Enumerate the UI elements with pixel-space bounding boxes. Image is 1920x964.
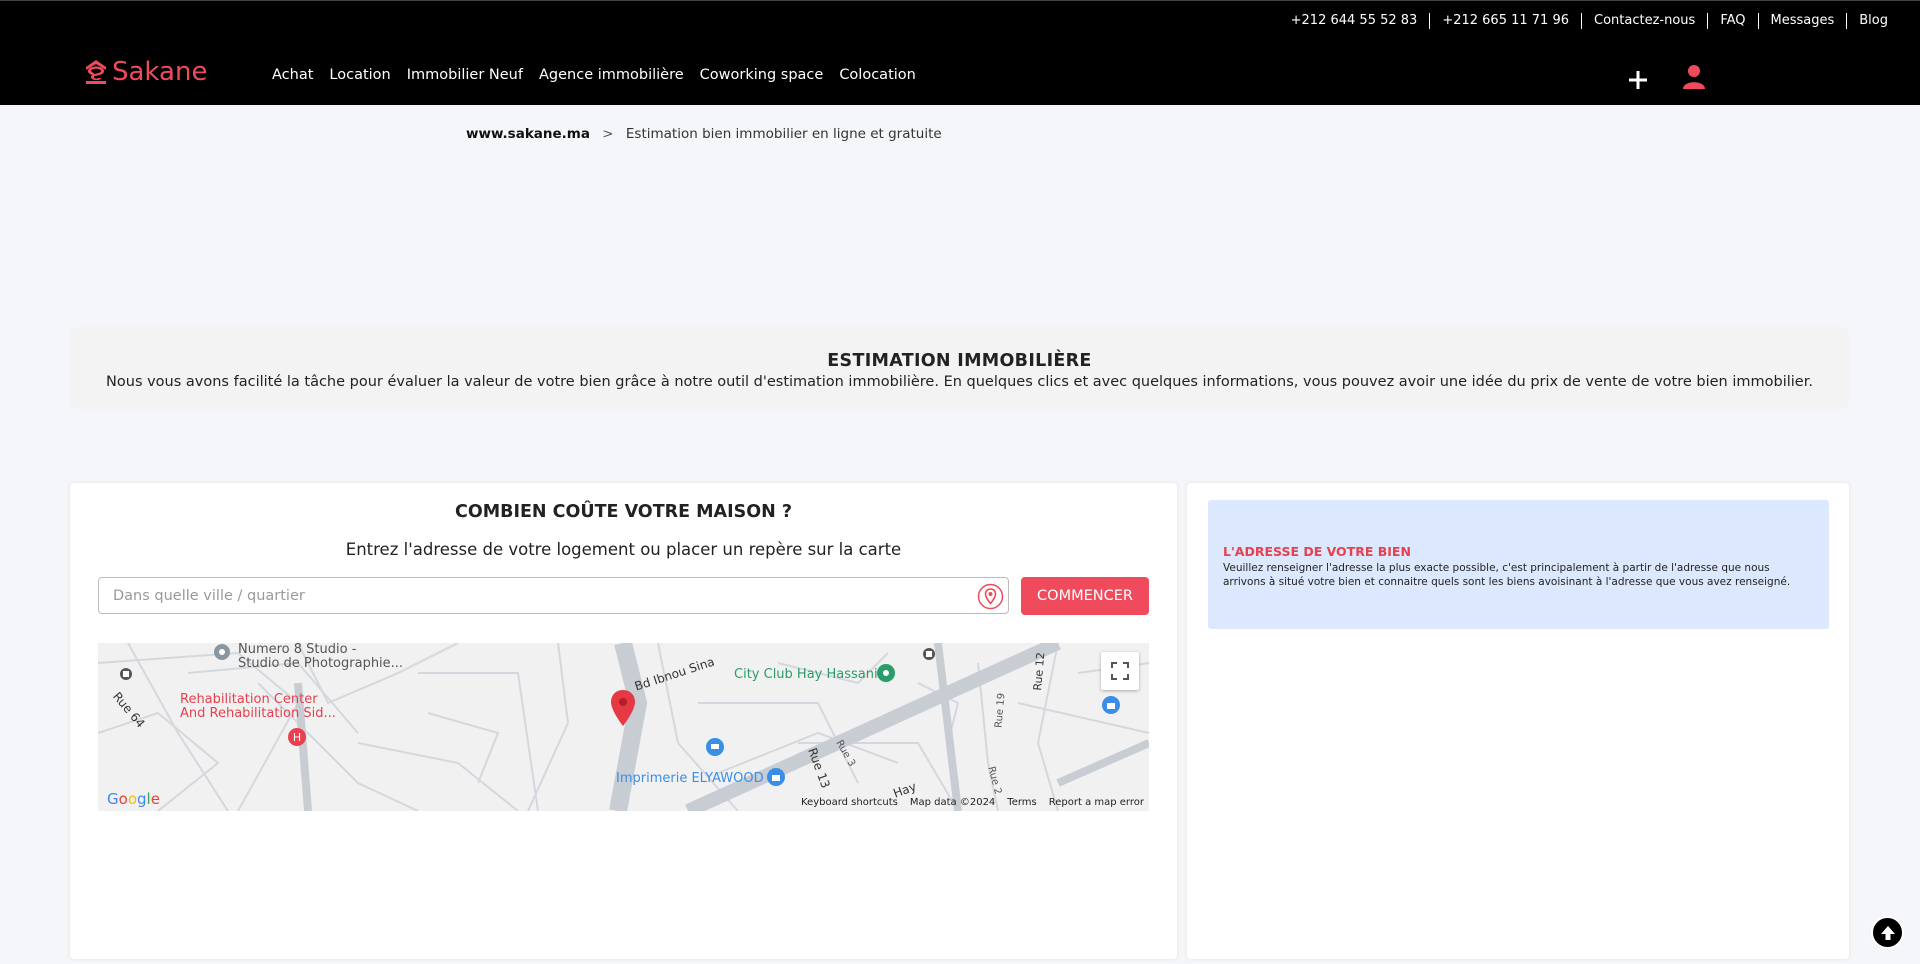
phone-link-1[interactable]: +212 644 55 52 83 [1279, 13, 1430, 29]
map-data-text: Map data ©2024 [909, 797, 996, 808]
fullscreen-button[interactable] [1101, 652, 1139, 690]
user-account-button[interactable] [1682, 64, 1708, 92]
site-header: +212 644 55 52 83 +212 665 11 71 96 Cont… [0, 0, 1920, 105]
map-label-club: City Club Hay Hassani [734, 667, 878, 682]
top-bar: +212 644 55 52 83 +212 665 11 71 96 Cont… [1279, 13, 1900, 29]
map-footer: Keyboard shortcuts Map data ©2024 Terms … [789, 797, 1144, 808]
arrow-up-icon [1880, 925, 1895, 940]
address-info-card: L'ADRESSE DE VOTRE BIEN Veuillez renseig… [1187, 483, 1849, 959]
map-pin-icon [977, 583, 1004, 610]
breadcrumb-home-link[interactable]: www.sakane.ma [466, 126, 590, 142]
address-info-title: L'ADRESSE DE VOTRE BIEN [1223, 544, 1411, 559]
hospital-icon[interactable]: H [287, 727, 307, 747]
page-title: ESTIMATION IMMOBILIÈRE [827, 351, 1092, 371]
user-icon [1683, 65, 1705, 89]
store-icon[interactable] [766, 767, 786, 787]
nav-achat[interactable]: Achat [272, 67, 313, 83]
locate-pin-button[interactable] [977, 583, 1004, 610]
estimate-title: COMBIEN COÛTE VOTRE MAISON ? [454, 502, 792, 522]
nav-coworking-space[interactable]: Coworking space [700, 67, 824, 83]
location-marker-icon[interactable] [610, 689, 636, 727]
breadcrumb-separator: > [602, 126, 614, 142]
map-label-rehab-line1: Rehabilitation Center [180, 692, 318, 707]
map-label-studio-line2: Studio de Photographie... [238, 656, 404, 671]
shopping-cart-icon[interactable] [705, 737, 725, 757]
address-info-text: Veuillez renseigner l'adresse la plus ex… [1223, 562, 1791, 588]
address-field [98, 577, 1009, 614]
contact-link[interactable]: Contactez-nous [1581, 13, 1707, 29]
faq-link[interactable]: FAQ [1707, 13, 1757, 29]
google-logo: Google [107, 790, 160, 808]
estimate-subtitle: Entrez l'adresse de votre logement ou pl… [345, 540, 902, 559]
nav-location[interactable]: Location [329, 67, 390, 83]
house-logo-icon [86, 60, 106, 84]
report-map-error-link[interactable]: Report a map error [1049, 797, 1144, 808]
terms-link[interactable]: Terms [1007, 797, 1036, 808]
plus-icon [1629, 71, 1647, 89]
estimate-card: COMBIEN COÛTE VOTRE MAISON ? Entrez l'ad… [70, 483, 1177, 959]
place-marker-icon[interactable] [213, 643, 231, 661]
address-input[interactable] [99, 578, 977, 613]
blog-link[interactable]: Blog [1846, 13, 1900, 29]
map-label-rehab: Rehabilitation Center And Rehabilitation… [180, 693, 336, 721]
map-label-studio: Numero 8 Studio - Studio de Photographie… [238, 643, 403, 671]
main-nav: Achat Location Immobilier Neuf Agence im… [264, 67, 924, 83]
intro-section: ESTIMATION IMMOBILIÈRE Nous vous avons f… [70, 327, 1849, 409]
sakane-logo[interactable]: Sakane [84, 57, 207, 87]
nav-immobilier-neuf[interactable]: Immobilier Neuf [407, 67, 523, 83]
phone-link-2[interactable]: +212 665 11 71 96 [1429, 13, 1581, 29]
map-view[interactable]: H Numero 8 Studio - Studio de Photograph… [98, 643, 1149, 811]
fitness-icon[interactable] [876, 663, 896, 683]
bus-stop-icon[interactable] [119, 667, 133, 681]
address-info-box: L'ADRESSE DE VOTRE BIEN Veuillez renseig… [1208, 500, 1829, 629]
breadcrumb-current: Estimation bien immobilier en ligne et g… [625, 126, 942, 142]
nav-agence-immobiliere[interactable]: Agence immobilière [539, 67, 684, 83]
start-button[interactable]: COMMENCER [1021, 577, 1149, 615]
fullscreen-icon [1111, 662, 1129, 680]
map-label-studio-line1: Numero 8 Studio - [238, 643, 357, 657]
map-label-imprimerie: Imprimerie ELYAWOOD [616, 771, 764, 786]
svg-text:H: H [293, 731, 301, 744]
store-icon[interactable] [1101, 695, 1121, 715]
keyboard-shortcuts-link[interactable]: Keyboard shortcuts [801, 797, 898, 808]
messages-link[interactable]: Messages [1757, 13, 1847, 29]
add-listing-button[interactable] [1625, 67, 1651, 93]
intro-text: Nous vous avons facilité la tâche pour é… [106, 374, 1813, 390]
bus-stop-icon[interactable] [922, 647, 936, 661]
logo-text: Sakane [112, 57, 208, 87]
scroll-to-top-button[interactable] [1871, 916, 1904, 949]
map-label-rehab-line2: And Rehabilitation Sid... [180, 706, 336, 721]
breadcrumb: www.sakane.ma > Estimation bien immobili… [466, 126, 942, 142]
nav-colocation[interactable]: Colocation [839, 67, 916, 83]
